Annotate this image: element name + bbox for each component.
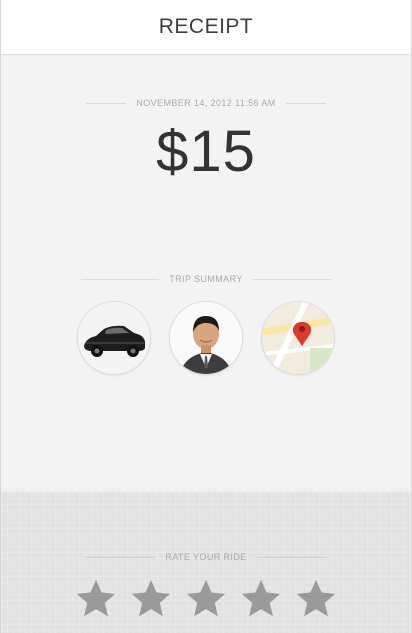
rating-section: RATE YOUR RIDE	[1, 492, 411, 633]
divider-line	[81, 278, 160, 280]
receipt-datetime: NOVEMBER 14, 2012 11:56 AM	[136, 98, 276, 108]
map-pin-icon	[262, 302, 334, 374]
divider-line	[256, 556, 327, 558]
star-icon-2[interactable]	[128, 576, 174, 622]
receipt-screen: RECEIPT NOVEMBER 14, 2012 11:56 AM $15 T…	[0, 0, 412, 633]
star-icon-3[interactable]	[183, 576, 229, 622]
driver-avatar-icon	[170, 302, 242, 374]
divider-line	[86, 102, 127, 104]
rate-label-row: RATE YOUR RIDE	[1, 552, 411, 562]
divider-line	[252, 278, 331, 280]
header-bar: RECEIPT	[1, 0, 411, 55]
car-icon	[78, 302, 150, 374]
receipt-paper: NOVEMBER 14, 2012 11:56 AM $15 TRIP SUMM…	[1, 56, 411, 486]
trip-summary-items	[1, 302, 411, 374]
rate-your-ride-label: RATE YOUR RIDE	[165, 552, 247, 562]
star-icon-5[interactable]	[293, 576, 339, 622]
car-photo[interactable]	[78, 302, 150, 374]
fare-amount: $15	[156, 119, 256, 184]
star-rating	[1, 576, 411, 622]
star-icon-4[interactable]	[238, 576, 284, 622]
star-icon-1[interactable]	[73, 576, 119, 622]
divider-line	[85, 556, 156, 558]
map-thumbnail[interactable]	[262, 302, 334, 374]
page-title: RECEIPT	[158, 15, 254, 38]
receipt-date-row: NOVEMBER 14, 2012 11:56 AM	[1, 98, 411, 108]
trip-summary-row: TRIP SUMMARY	[1, 274, 411, 284]
divider-line	[285, 102, 326, 104]
receipt-torn-edge	[1, 478, 411, 491]
driver-photo[interactable]	[170, 302, 242, 374]
trip-summary-label: TRIP SUMMARY	[169, 274, 243, 284]
